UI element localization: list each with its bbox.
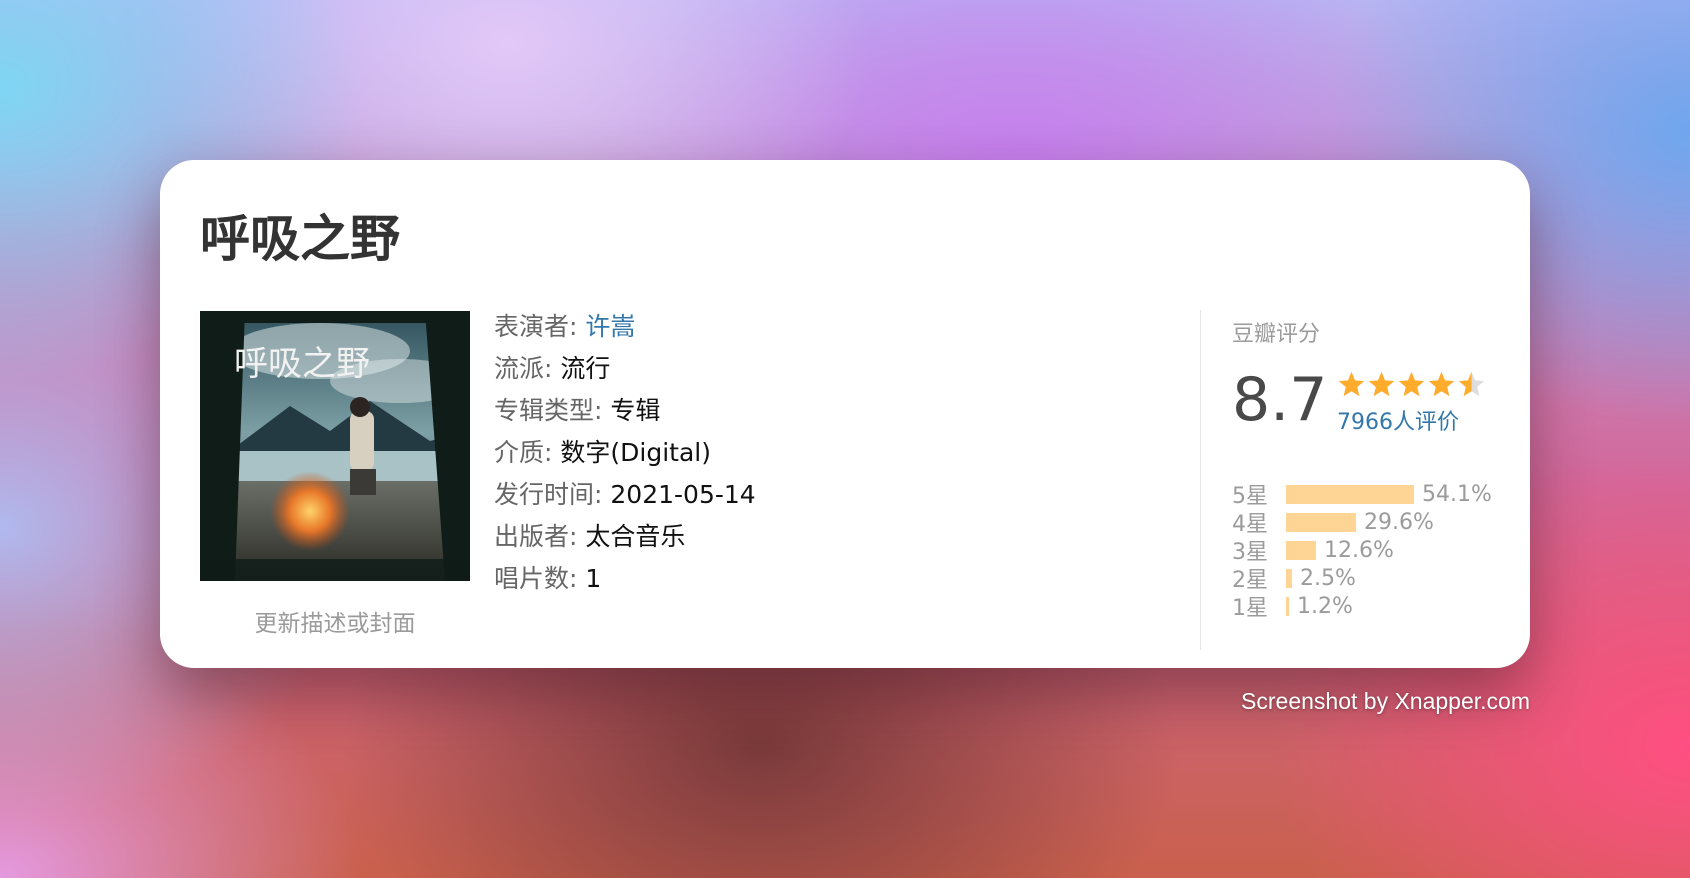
info-label: 表演者: — [494, 312, 578, 341]
update-description-link[interactable]: 更新描述或封面 — [200, 604, 470, 638]
info-value: 数字(Digital) — [560, 438, 711, 467]
distribution-bar — [1286, 484, 1414, 504]
album-title: 呼吸之野 — [200, 210, 400, 268]
star-icon — [1428, 371, 1455, 397]
info-value: 专辑 — [610, 396, 661, 425]
info-row-release-date: 发行时间: 2021-05-14 — [494, 474, 756, 516]
star-icon — [1398, 371, 1425, 397]
info-row-album-type: 专辑类型: 专辑 — [494, 390, 756, 432]
star-level-label: 1星 — [1232, 596, 1268, 621]
distribution-bar — [1286, 568, 1292, 588]
vote-count-link[interactable]: 7966人评价 — [1337, 404, 1459, 436]
watermark-text: Screenshot by Xnapper.com — [1241, 688, 1530, 714]
rating-stars — [1337, 370, 1486, 399]
album-cover-image[interactable]: 呼吸之野 — [200, 311, 470, 581]
info-label: 出版者: — [494, 522, 578, 551]
distribution-percent: 29.6% — [1364, 509, 1434, 535]
rating-distribution: 5星 54.1% 4星 29.6% 3星 12.6% 2星 2.5% 1星 1.2% — [1232, 480, 1492, 622]
distribution-percent: 12.6% — [1324, 537, 1394, 563]
info-row-publisher: 出版者: 太合音乐 — [494, 516, 756, 558]
album-info-list: 表演者: 许嵩 流派: 流行 专辑类型: 专辑 介质: 数字(Digital) … — [494, 306, 756, 600]
info-label: 专辑类型: — [494, 396, 603, 425]
info-label: 介质: — [494, 438, 553, 467]
star-icon — [1338, 371, 1365, 397]
info-value: 1 — [585, 564, 602, 593]
info-label: 唱片数: — [494, 564, 578, 593]
info-row-medium: 介质: 数字(Digital) — [494, 432, 756, 474]
info-row-genre: 流派: 流行 — [494, 348, 756, 390]
douban-rating-panel: 豆瓣评分 8.7 7966人评价 5星 54.1% 4星 29.6% 3星 12.6% 2星… — [1232, 320, 1512, 621]
info-value: 太合音乐 — [585, 522, 686, 551]
info-value: 2021-05-14 — [610, 480, 756, 509]
distribution-percent: 2.5% — [1300, 565, 1356, 591]
rating-title: 豆瓣评分 — [1232, 322, 1321, 347]
album-card: 呼吸之野 呼吸之野 更新描述或封面 表演者: 许嵩 流派: 流行 专辑类型: 专… — [160, 160, 1530, 668]
info-label: 发行时间: — [494, 480, 603, 509]
rating-distribution-row: 2星 2.5% — [1232, 564, 1492, 594]
star-icon — [1458, 371, 1485, 397]
distribution-percent: 1.2% — [1297, 593, 1353, 619]
rating-distribution-row: 4星 29.6% — [1232, 508, 1492, 538]
star-icon — [1368, 371, 1395, 397]
distribution-bar — [1286, 512, 1356, 532]
rating-score: 8.7 — [1232, 365, 1328, 435]
cover-artwork: 呼吸之野 — [200, 311, 470, 581]
distribution-percent: 54.1% — [1422, 481, 1492, 507]
rating-distribution-row: 1星 1.2% — [1232, 592, 1492, 622]
info-row-performer: 表演者: 许嵩 — [494, 306, 756, 348]
performer-link[interactable]: 许嵩 — [585, 312, 635, 341]
cover-title-text: 呼吸之野 — [234, 344, 370, 384]
distribution-bar — [1286, 596, 1289, 616]
rating-distribution-row: 5星 54.1% — [1232, 480, 1492, 510]
rating-distribution-row: 3星 12.6% — [1232, 536, 1492, 566]
distribution-bar — [1286, 540, 1316, 560]
section-divider — [1200, 310, 1201, 650]
info-row-disc-count: 唱片数: 1 — [494, 558, 756, 600]
info-label: 流派: — [494, 354, 553, 383]
info-value: 流行 — [560, 354, 611, 383]
